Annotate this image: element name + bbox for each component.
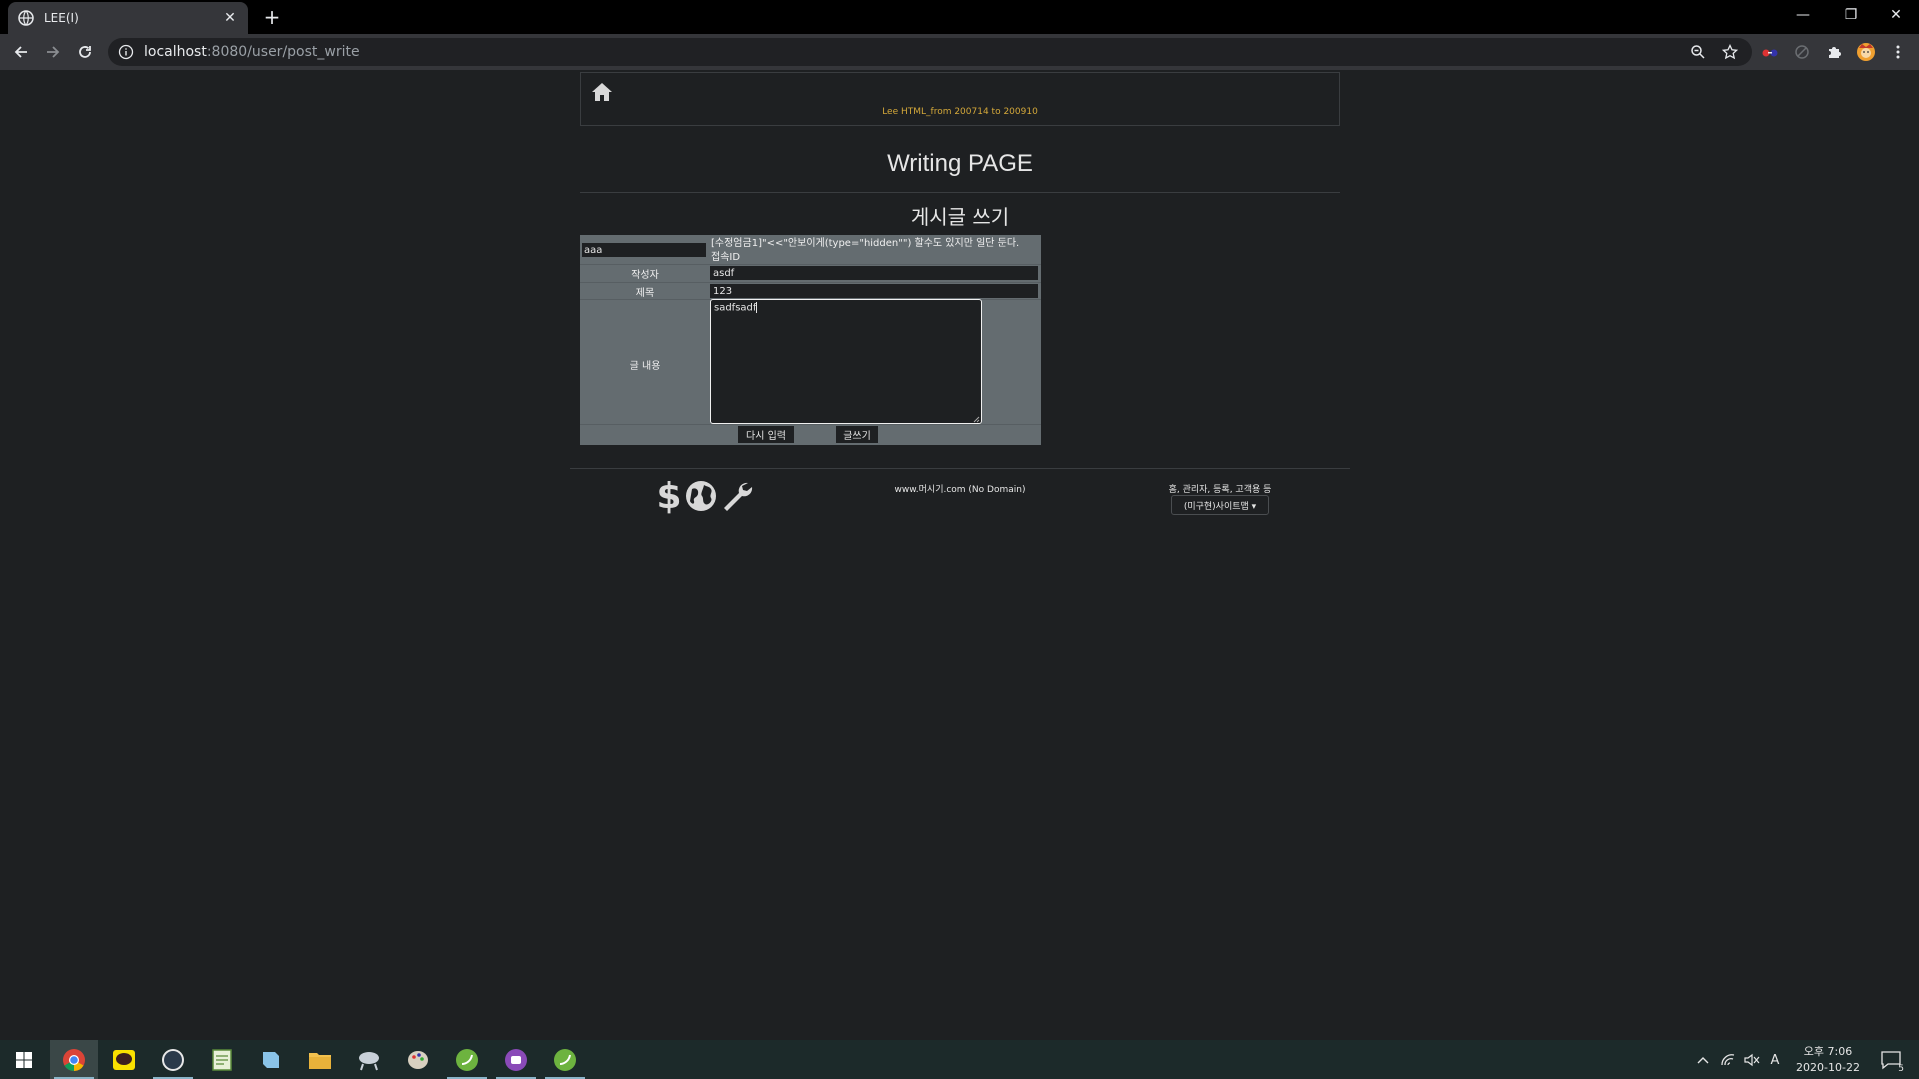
url-path: :8080/user/post_write — [206, 44, 360, 60]
notepad-taskbar-icon[interactable] — [198, 1040, 246, 1079]
user-id-field[interactable] — [582, 243, 706, 257]
footer-domain-text: www.머시기.com (No Domain) — [894, 485, 1026, 495]
chrome-taskbar-icon[interactable] — [50, 1040, 98, 1079]
globe-icon — [18, 10, 34, 26]
back-arrow-icon[interactable] — [8, 39, 34, 65]
tab-close-icon[interactable]: ✕ — [222, 10, 238, 26]
dollar-icon[interactable]: $ — [652, 476, 686, 516]
new-tab-button[interactable]: + — [260, 5, 284, 29]
writer-field[interactable] — [710, 266, 1038, 280]
notification-count: 5 — [1898, 1064, 1904, 1074]
clock-time: 오후 7:06 — [1803, 1045, 1853, 1058]
title-divider — [580, 192, 1340, 193]
extension-disabled-icon[interactable] — [1792, 42, 1812, 62]
note-line-1: [수정엄금1]"<<"안보이게(type="hidden"") 할수도 있지만 … — [711, 238, 1020, 249]
info-icon[interactable] — [118, 44, 134, 60]
clock-date: 2020-10-22 — [1796, 1061, 1860, 1074]
title-field[interactable] — [710, 284, 1038, 298]
globe-icon[interactable] — [684, 476, 718, 516]
page-title: Writing PAGE — [887, 150, 1033, 177]
extension-glasses-icon[interactable] — [1760, 42, 1780, 62]
url-host: localhost — [144, 44, 207, 60]
content-textarea[interactable]: sadfsadf — [710, 299, 982, 424]
page-content: Lee HTML_from 200714 to 200910 Writing P… — [0, 70, 1919, 1040]
hidden-field-note: [수정엄금1]"<<"안보이게(type="hidden"") 할수도 있지만 … — [711, 237, 1039, 265]
home-icon[interactable] — [591, 81, 613, 103]
volume-muted-icon[interactable] — [1742, 1050, 1762, 1070]
paint-taskbar-icon[interactable] — [394, 1040, 442, 1079]
content-text: sadfsadf — [714, 302, 757, 314]
hs-taskbar-icon[interactable] — [149, 1040, 197, 1079]
reset-button[interactable]: 다시 입력 — [738, 426, 794, 443]
messenger-taskbar-icon[interactable] — [492, 1040, 540, 1079]
note-line-2: 접속ID — [711, 252, 741, 263]
browser-tab-bar: LEE(I) ✕ + — ❐ ✕ — [0, 0, 1919, 34]
restore-button[interactable]: ❐ — [1828, 0, 1874, 30]
forward-arrow-icon[interactable] — [40, 39, 66, 65]
site-header: Lee HTML_from 200714 to 200910 — [580, 72, 1340, 126]
resize-grip-icon[interactable] — [973, 415, 980, 423]
kakaotalk-taskbar-icon[interactable] — [100, 1040, 148, 1079]
address-bar[interactable]: localhost:8080/user/post_write — [108, 38, 1752, 66]
profile-avatar[interactable] — [1856, 42, 1876, 62]
windows-start-icon[interactable] — [0, 1040, 48, 1079]
submit-button[interactable]: 글쓰기 — [836, 426, 878, 443]
footer-divider — [570, 468, 1350, 469]
spring-tool-taskbar-icon[interactable] — [443, 1040, 491, 1079]
bookmark-star-icon[interactable] — [1720, 42, 1740, 62]
notification-icon[interactable]: 5 — [1878, 1050, 1904, 1074]
svg-text:$: $ — [656, 476, 681, 516]
row-divider — [580, 264, 1041, 265]
wrench-icon[interactable] — [720, 476, 754, 516]
wifi-icon[interactable] — [1718, 1050, 1738, 1070]
book-taskbar-icon[interactable] — [247, 1040, 295, 1079]
footer-icons: $ — [652, 476, 756, 516]
footer-links-text: 홈, 관리자, 등록, 고객용 등 — [1168, 485, 1272, 495]
page-subtitle: 게시글 쓰기 — [910, 205, 1010, 229]
system-clock[interactable]: 오후 7:06 2020-10-22 — [1788, 1044, 1868, 1076]
file-explorer-taskbar-icon[interactable] — [296, 1040, 344, 1079]
header-subtitle: Lee HTML_from 200714 to 200910 — [882, 107, 1038, 117]
window-close-button[interactable]: ✕ — [1873, 0, 1919, 30]
text-caret — [756, 302, 758, 313]
browser-tab[interactable]: LEE(I) ✕ — [8, 2, 248, 34]
post-write-form: [수정엄금1]"<<"안보이게(type="hidden"") 할수도 있지만 … — [580, 235, 1041, 445]
row-divider — [580, 424, 1041, 425]
windows-taskbar: A 오후 7:06 2020-10-22 5 — [0, 1040, 1919, 1079]
minimize-button[interactable]: — — [1780, 0, 1826, 30]
content-label: 글 내용 — [629, 361, 661, 372]
sitemap-dropdown[interactable]: (미구현)사이트맵 ▾ — [1171, 495, 1269, 515]
tray-chevron-up-icon[interactable] — [1694, 1050, 1712, 1070]
spring-tool-2-taskbar-icon[interactable] — [541, 1040, 589, 1079]
browser-toolbar: localhost:8080/user/post_write — [0, 34, 1919, 70]
reload-icon[interactable] — [72, 39, 98, 65]
zoom-icon[interactable] — [1688, 42, 1708, 62]
extensions-puzzle-icon[interactable] — [1824, 42, 1844, 62]
network-app-taskbar-icon[interactable] — [345, 1040, 393, 1079]
title-label: 제목 — [635, 288, 655, 299]
row-divider — [580, 282, 1041, 283]
browser-menu-icon[interactable] — [1888, 42, 1908, 62]
writer-label: 작성자 — [631, 270, 659, 281]
tab-title: LEE(I) — [44, 11, 79, 25]
ime-indicator[interactable]: A — [1766, 1050, 1784, 1070]
